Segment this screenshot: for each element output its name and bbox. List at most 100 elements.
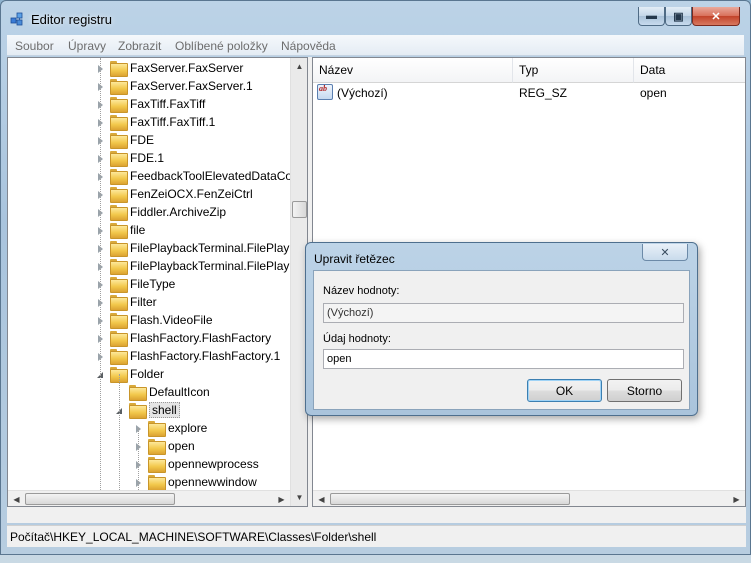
cancel-button[interactable]: Storno	[607, 379, 682, 402]
tree-item[interactable]: shell	[115, 401, 180, 419]
folder-icon	[110, 331, 128, 347]
column-header-data[interactable]: Data	[634, 58, 745, 83]
folder-icon	[110, 151, 128, 167]
scroll-left-icon[interactable]: ◀	[8, 491, 25, 506]
menu-bar: Soubor Úpravy Zobrazit Oblíbené položky …	[7, 35, 744, 56]
folder-icon	[110, 187, 128, 203]
folder-icon	[110, 241, 128, 257]
folder-icon	[110, 259, 128, 275]
tree-item[interactable]: FlashFactory.FlashFactory.1	[96, 347, 280, 365]
tree-scroll-thumb[interactable]	[292, 201, 307, 218]
tree-item[interactable]: Filter	[96, 293, 157, 311]
tree-horizontal-scrollbar[interactable]: ◀ ▶	[8, 490, 290, 506]
menu-zobrazit[interactable]: Zobrazit	[118, 39, 161, 53]
tree-item[interactable]: FileType	[96, 275, 175, 293]
tree-item-label: DefaultIcon	[149, 385, 210, 399]
tree-item[interactable]: FeedbackToolElevatedDataCol	[96, 167, 295, 185]
value-data-input[interactable]: open	[323, 349, 684, 369]
folder-icon	[110, 97, 128, 113]
folder-icon	[148, 457, 166, 473]
tree-item-label: FDE.1	[130, 151, 165, 165]
folder-icon	[110, 313, 128, 329]
tree-item[interactable]: open	[134, 437, 195, 455]
column-header-type[interactable]: Typ	[513, 58, 634, 83]
tree-item[interactable]: Flash.VideoFile	[96, 311, 213, 329]
folder-icon	[148, 475, 166, 491]
ok-button[interactable]: OK	[527, 379, 602, 402]
tree-item[interactable]: opennewwindow	[134, 473, 257, 491]
edit-string-dialog: Upravit řetězec ✕ Název hodnoty: (Výchoz…	[305, 242, 698, 416]
folder-icon	[110, 205, 128, 221]
tree-item[interactable]: FaxTiff.FaxTiff	[96, 95, 205, 113]
tree-item[interactable]: FilePlaybackTerminal.FilePlayb	[96, 239, 296, 257]
status-path: Počítač\HKEY_LOCAL_MACHINE\SOFTWARE\Clas…	[10, 530, 377, 544]
value-name-field: (Výchozí)	[323, 303, 684, 323]
string-value-icon: ab	[317, 84, 333, 100]
value-data: open	[640, 86, 667, 100]
tree-item[interactable]: DefaultIcon	[115, 383, 210, 401]
value-type: REG_SZ	[519, 86, 568, 100]
list-hscroll-thumb[interactable]	[330, 493, 570, 505]
title-bar[interactable]: Editor registru ▬ ▣ ✕	[1, 1, 750, 35]
tree-item[interactable]: opennewprocess	[134, 455, 259, 473]
folder-icon	[110, 277, 128, 293]
column-header-name[interactable]: Název	[313, 58, 513, 83]
tree-item[interactable]: file	[96, 221, 145, 239]
menu-upravy[interactable]: Úpravy	[68, 39, 106, 53]
folder-icon	[110, 61, 128, 77]
close-button[interactable]: ✕	[692, 7, 740, 26]
tree-item[interactable]: FDE.1	[96, 149, 164, 167]
folder-icon	[129, 385, 147, 401]
tree-item[interactable]: FDE	[96, 131, 154, 149]
scroll-left-icon[interactable]: ◀	[313, 491, 330, 506]
tree-item-label: FeedbackToolElevatedDataCol	[130, 169, 295, 183]
folder-icon	[110, 295, 128, 311]
tree-connector-line	[138, 428, 139, 490]
maximize-button[interactable]: ▣	[665, 7, 692, 26]
folder-icon	[110, 115, 128, 131]
menu-soubor[interactable]: Soubor	[15, 39, 54, 53]
key-tree-pane[interactable]: FaxServer.FaxServer FaxServer.FaxServer.1…	[7, 57, 308, 507]
tree-item-label: FlashFactory.FlashFactory.1	[130, 349, 281, 363]
scroll-down-icon[interactable]: ▼	[291, 489, 307, 506]
dialog-body: Název hodnoty: (Výchozí) Údaj hodnoty: o…	[313, 270, 690, 410]
list-horizontal-scrollbar[interactable]: ◀ ▶	[313, 490, 745, 506]
tree-item[interactable]: FenZeiOCX.FenZeiCtrl	[96, 185, 253, 203]
menu-napoveda[interactable]: Nápověda	[281, 39, 336, 53]
tree-item-label: open	[168, 439, 195, 453]
tree-hscroll-thumb[interactable]	[25, 493, 175, 505]
tree-item[interactable]: FaxServer.FaxServer.1	[96, 77, 253, 95]
tree-item-label: Fiddler.ArchiveZip	[130, 205, 227, 219]
folder-icon	[110, 79, 128, 95]
tree-item-label: file	[130, 223, 146, 237]
tree-item-label: FDE	[130, 133, 154, 147]
minimize-button[interactable]: ▬	[638, 7, 665, 26]
tree-connector-line	[100, 58, 101, 498]
tree-item-label: opennewprocess	[168, 457, 259, 471]
tree-item-label: Flash.VideoFile	[130, 313, 213, 327]
tree-item[interactable]: Fiddler.ArchiveZip	[96, 203, 226, 221]
value-row[interactable]: ab (Výchozí) REG_SZ open	[313, 84, 745, 102]
tree-item[interactable]: Folder	[96, 365, 164, 383]
folder-icon	[148, 421, 166, 437]
tree-item-label: FenZeiOCX.FenZeiCtrl	[130, 187, 253, 201]
tree-item[interactable]: FilePlaybackTerminal.FilePlayb	[96, 257, 296, 275]
tree-item-label: Filter	[130, 295, 157, 309]
tree-item-label: FilePlaybackTerminal.FilePlayb	[130, 259, 297, 273]
folder-icon	[110, 223, 128, 239]
tree-item-label: FilePlaybackTerminal.FilePlayb	[130, 241, 297, 255]
window-title: Editor registru	[31, 12, 112, 27]
value-data-label: Údaj hodnoty:	[323, 333, 391, 345]
tree-connector-line	[119, 374, 120, 504]
value-name-label: Název hodnoty:	[323, 285, 400, 297]
menu-oblibene-polozky[interactable]: Oblíbené položky	[175, 39, 268, 53]
tree-item[interactable]: FaxTiff.FaxTiff.1	[96, 113, 215, 131]
tree-item-label: FaxServer.FaxServer	[130, 61, 244, 75]
scroll-up-icon[interactable]: ▲	[291, 58, 307, 75]
tree-item[interactable]: FaxServer.FaxServer	[96, 59, 243, 77]
tree-item[interactable]: explore	[134, 419, 207, 437]
dialog-close-button[interactable]: ✕	[642, 244, 688, 261]
scroll-right-icon[interactable]: ▶	[728, 491, 745, 506]
scroll-right-icon[interactable]: ▶	[273, 491, 290, 506]
tree-item[interactable]: FlashFactory.FlashFactory	[96, 329, 271, 347]
